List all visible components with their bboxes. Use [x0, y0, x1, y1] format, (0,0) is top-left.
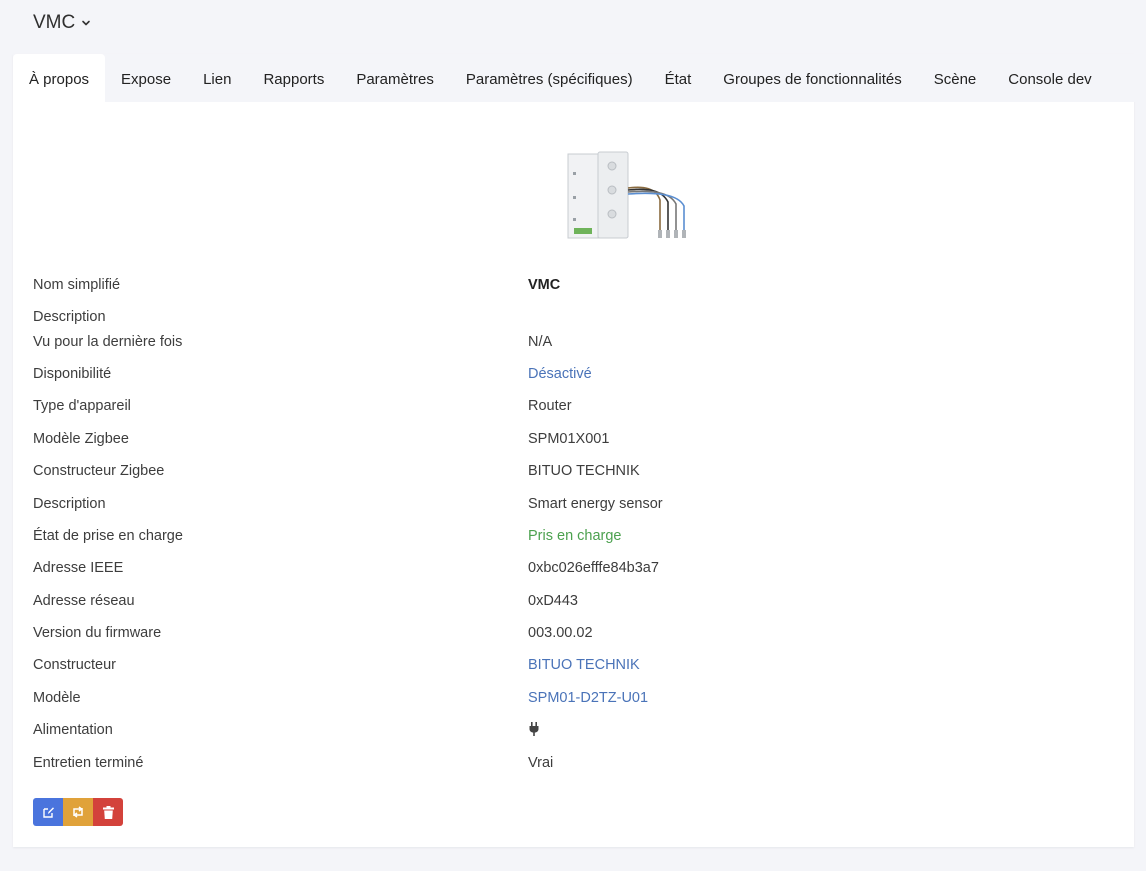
tab-state[interactable]: État	[649, 54, 708, 102]
tab-dev-console[interactable]: Console dev	[992, 54, 1107, 102]
plug-icon	[529, 722, 539, 736]
rename-icon	[73, 806, 83, 818]
tab-settings[interactable]: Paramètres	[340, 54, 450, 102]
delete-button[interactable]	[93, 798, 123, 826]
device-title: VMC	[33, 12, 76, 33]
tab-specific-settings[interactable]: Paramètres (spécifiques)	[450, 54, 649, 102]
device-image	[567, 151, 686, 239]
tab-expose[interactable]: Expose	[105, 54, 187, 102]
tab-bar: À propos Expose Lien Rapports Paramètres…	[13, 54, 1146, 102]
availability-link[interactable]: Désactivé	[528, 366, 592, 382]
manufacturer-link[interactable]: BITUO TECHNIK	[528, 657, 640, 673]
tab-reports[interactable]: Rapports	[247, 54, 340, 102]
edit-button[interactable]	[33, 798, 63, 826]
edit-icon	[42, 806, 54, 818]
action-buttons	[33, 798, 123, 826]
tab-link[interactable]: Lien	[187, 54, 247, 102]
trash-icon	[102, 805, 114, 819]
tab-feature-groups[interactable]: Groupes de fonctionnalités	[707, 54, 917, 102]
support-status-text: Pris en charge	[528, 528, 622, 544]
rename-button[interactable]	[63, 798, 93, 826]
tab-scene[interactable]: Scène	[918, 54, 993, 102]
device-selector[interactable]: VMC	[33, 12, 91, 34]
tab-about[interactable]: À propos	[13, 54, 106, 102]
model-link[interactable]: SPM01-D2TZ-U01	[528, 690, 648, 706]
chevron-down-icon	[82, 20, 91, 26]
